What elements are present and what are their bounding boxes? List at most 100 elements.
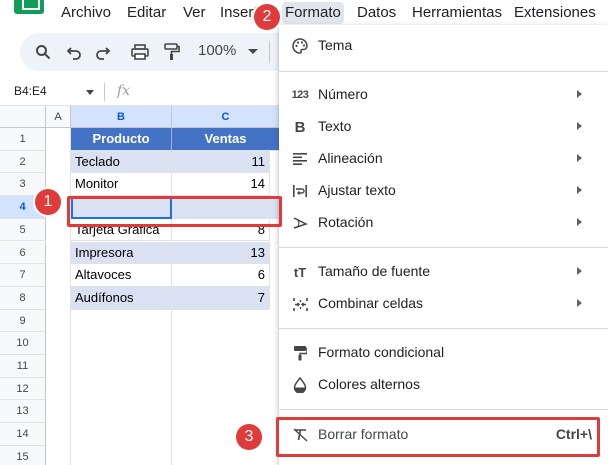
format-menu: Tema 123 Número B Texto Alineación Ajust… [279, 25, 608, 465]
menu-item-label: Colores alternos [318, 376, 420, 392]
menu-herramientas[interactable]: Herramientas [409, 2, 505, 24]
redo-icon[interactable] [92, 41, 114, 63]
table-header-cell[interactable]: Producto [71, 128, 172, 151]
merge-cells-icon [291, 294, 309, 314]
row-header[interactable]: 5 [0, 218, 46, 242]
spreadsheet-grid: A B C 1 2 3 4 5 6 7 8 9 10 11 12 13 14 1… [0, 106, 280, 465]
menu-bar: Archivo Editar Ver Insertar Formato Dato… [0, 0, 608, 26]
table-header-cell[interactable]: Ventas [172, 128, 280, 151]
chevron-right-icon [577, 218, 582, 226]
bold-icon: B [294, 118, 306, 136]
column-header-a[interactable]: A [46, 106, 71, 128]
number-format-icon: 123 [291, 89, 309, 101]
font-size-icon: tT [293, 264, 307, 280]
step-badge: 2 [254, 4, 280, 30]
menu-item-tamano-fuente[interactable]: tT Tamaño de fuente [279, 257, 608, 287]
chevron-right-icon [577, 299, 582, 307]
menu-item-label: Tema [318, 37, 353, 53]
conditional-format-icon [291, 343, 309, 363]
table-cell[interactable]: 11 [172, 150, 270, 174]
menu-datos[interactable]: Datos [354, 2, 399, 24]
wrap-text-icon [291, 181, 309, 201]
menu-item-formato-condicional[interactable]: Formato condicional [279, 338, 608, 368]
column-header-b[interactable]: B [71, 106, 172, 128]
row-header[interactable]: 11 [0, 355, 46, 378]
menu-divider [279, 247, 608, 248]
row-header[interactable]: 9 [0, 309, 46, 333]
step-badge: 1 [35, 189, 61, 215]
chevron-down-icon[interactable] [248, 49, 258, 54]
select-all-corner[interactable] [0, 106, 46, 128]
menu-item-label: Rotación [318, 214, 374, 230]
row-header[interactable]: 10 [0, 332, 46, 355]
chevron-right-icon [577, 186, 582, 194]
table-cell[interactable]: Altavoces [71, 264, 172, 287]
row-header[interactable]: 6 [0, 241, 46, 265]
menu-extensiones[interactable]: Extensiones [511, 2, 599, 24]
table-cell[interactable]: Teclado [71, 150, 172, 174]
palette-icon [291, 36, 309, 56]
menu-item-combinar-celdas[interactable]: Combinar celdas [279, 289, 608, 319]
menu-item-label: Formato condicional [318, 344, 445, 360]
step-badge: 3 [236, 424, 262, 450]
align-icon [291, 149, 309, 169]
menu-item-rotacion[interactable]: Rotación [279, 208, 608, 238]
zoom-select[interactable]: 100% [198, 42, 236, 59]
menu-divider [279, 71, 608, 72]
fx-icon: fx [117, 83, 131, 99]
menu-item-label: Ajustar texto [318, 182, 396, 198]
menu-item-texto[interactable]: B Texto [279, 112, 608, 142]
row-header[interactable]: 8 [0, 286, 46, 310]
menu-archivo[interactable]: Archivo [58, 2, 114, 24]
table-cell[interactable]: 13 [172, 241, 270, 265]
chevron-right-icon [577, 267, 582, 275]
table-cell[interactable]: Audífonos [71, 286, 172, 310]
menu-editar[interactable]: Editar [124, 2, 169, 24]
paint-format-icon[interactable] [161, 41, 183, 63]
table-cell[interactable]: 14 [172, 173, 270, 197]
row-header[interactable]: 15 [0, 445, 46, 465]
print-icon[interactable] [129, 41, 151, 63]
menu-divider [279, 409, 608, 410]
row-header[interactable]: 13 [0, 400, 46, 424]
menu-item-label: Combinar celdas [318, 295, 424, 311]
menu-item-label: Número [318, 86, 368, 102]
row-header[interactable]: 12 [0, 377, 46, 401]
row-header[interactable]: 2 [0, 150, 46, 174]
chevron-right-icon [577, 90, 582, 98]
menu-item-ajustar-texto[interactable]: Ajustar texto [279, 176, 608, 206]
row-header[interactable]: 1 [0, 128, 46, 151]
undo-icon[interactable] [63, 41, 85, 63]
formula-bar-divider [104, 83, 105, 101]
menu-item-label: Alineación [318, 150, 383, 166]
table-cell[interactable]: 7 [172, 286, 270, 310]
chevron-down-icon[interactable] [86, 90, 94, 95]
column-header-c[interactable]: C [172, 106, 280, 128]
table-cell[interactable]: Monitor [71, 173, 172, 197]
empty-cells[interactable] [71, 309, 172, 465]
alternating-colors-icon [291, 375, 309, 395]
menu-divider [279, 328, 608, 329]
column-a-cells[interactable] [46, 128, 71, 465]
name-box[interactable]: B4:E4 [14, 84, 47, 98]
table-cell[interactable]: Impresora [71, 241, 172, 265]
menu-item-label: Tamaño de fuente [318, 263, 431, 279]
menu-item-tema[interactable]: Tema [279, 31, 608, 61]
menu-ver[interactable]: Ver [180, 2, 209, 24]
menu-item-colores-alternos[interactable]: Colores alternos [279, 370, 608, 400]
row-header[interactable]: 14 [0, 423, 46, 446]
menu-item-highlight-box [276, 417, 600, 457]
menu-item-label: Texto [318, 118, 352, 134]
chevron-right-icon [577, 154, 582, 162]
search-icon[interactable] [32, 41, 54, 63]
toolbar-divider [269, 41, 270, 63]
menu-item-numero[interactable]: 123 Número [279, 80, 608, 110]
empty-cells[interactable] [172, 309, 280, 465]
table-cell[interactable]: 6 [172, 264, 270, 287]
row-header[interactable]: 7 [0, 264, 46, 287]
chevron-right-icon [577, 122, 582, 130]
row-highlight-box [67, 196, 282, 227]
rotation-icon [291, 213, 309, 233]
menu-item-alineacion[interactable]: Alineación [279, 144, 608, 174]
menu-formato[interactable]: Formato [282, 2, 344, 24]
